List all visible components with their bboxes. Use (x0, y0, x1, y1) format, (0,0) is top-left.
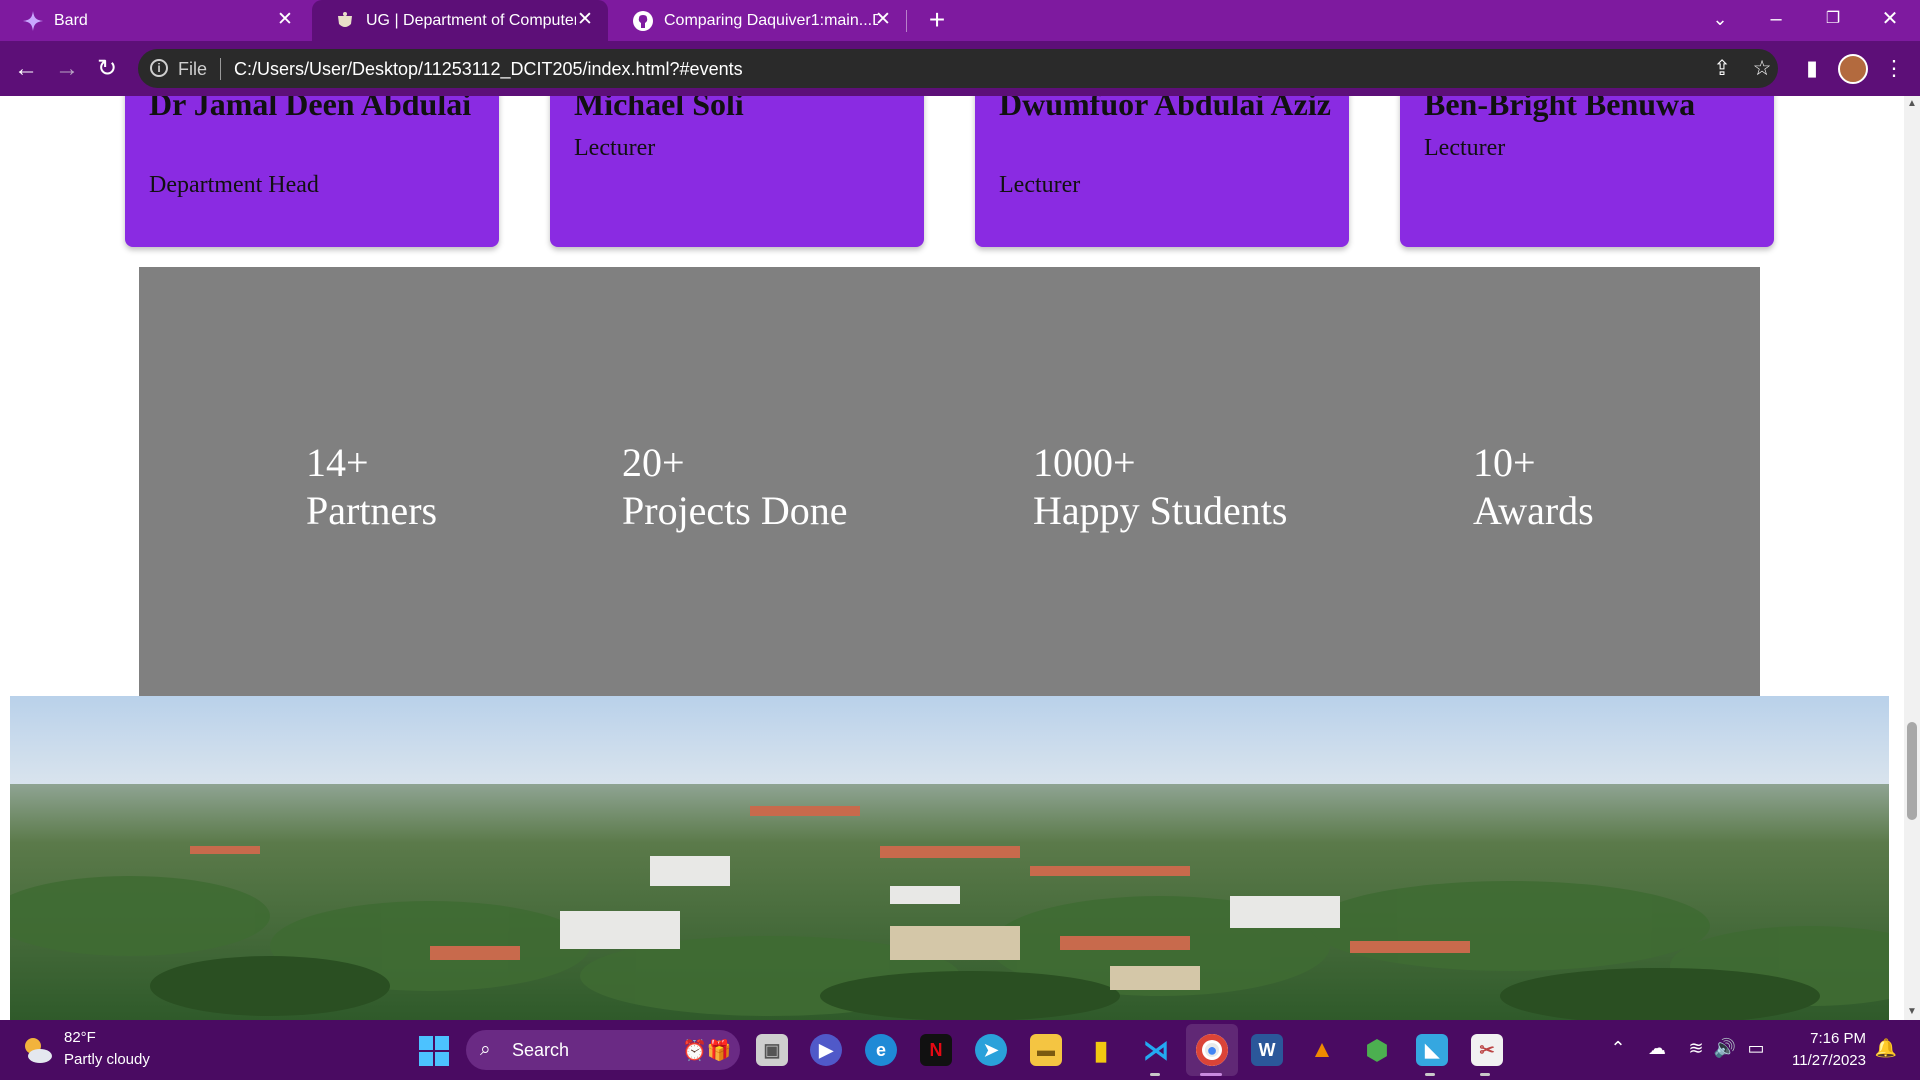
stats-section: 14+ Partners 20+ Projects Done 1000+ Hap… (139, 267, 1760, 696)
running-indicator (1480, 1073, 1490, 1076)
staff-name: Ben-Bright Benuwa (1424, 96, 1696, 122)
ug-crest-icon (338, 11, 352, 27)
staff-name: Dr Jamal Deen Abdulai (149, 96, 472, 122)
vscode-icon[interactable]: ⋊ (1140, 1034, 1172, 1066)
vlc-icon[interactable]: ▲ (1306, 1034, 1338, 1066)
volume-icon[interactable]: 🔊 (1713, 1038, 1737, 1059)
stat-partners: 14+ Partners (306, 439, 437, 535)
file-explorer-icon[interactable]: ▬ (1030, 1034, 1062, 1066)
staff-role: Lecturer (999, 172, 1081, 198)
restore-icon[interactable]: ❐ (1805, 0, 1861, 41)
telegram-icon[interactable]: ➤ (975, 1034, 1007, 1066)
tab-separator (906, 10, 907, 32)
scroll-down-icon[interactable]: ▼ (1904, 1004, 1920, 1020)
staff-role: Lecturer (1424, 135, 1506, 161)
power-bi-icon[interactable]: ▮ (1085, 1034, 1117, 1066)
weather-temp[interactable]: 82°F (64, 1029, 96, 1046)
wifi-icon[interactable]: ≋ (1684, 1038, 1708, 1059)
snipping-tool-icon[interactable]: ✂ (1471, 1034, 1503, 1066)
minimize-icon[interactable]: – (1748, 0, 1804, 41)
staff-card: Ben-Bright Benuwa Lecturer (1400, 96, 1774, 247)
nodejs-icon[interactable]: ⬢ (1361, 1034, 1393, 1066)
bookmark-star-icon[interactable]: ☆ (1746, 53, 1778, 85)
battery-icon[interactable]: ▭ (1744, 1038, 1768, 1059)
tab-title: UG | Department of Computer S (366, 11, 576, 29)
task-view-icon[interactable]: ▣ (756, 1034, 788, 1066)
notification-bell-icon[interactable]: 🔔 (1874, 1038, 1898, 1059)
stat-value: 20+ (622, 440, 685, 485)
staff-role: Lecturer (574, 135, 656, 161)
staff-card: Dr Jamal Deen Abdulai Department Head (125, 96, 499, 247)
partly-cloudy-icon[interactable] (20, 1034, 54, 1066)
scheme-label: File (178, 59, 208, 79)
tab-title: Bard (54, 11, 88, 29)
staff-card: Michael Soli Lecturer (550, 96, 924, 247)
clock-time[interactable]: 7:16 PM (1810, 1030, 1866, 1047)
stat-label: Projects Done (622, 488, 848, 533)
tab-strip: Bard ✕ UG | Department of Computer S ✕ C… (0, 0, 1920, 41)
profile-avatar[interactable] (1838, 54, 1868, 84)
close-tab-icon[interactable]: ✕ (872, 9, 894, 31)
menu-kebab-icon[interactable]: ⋮ (1878, 53, 1910, 85)
windows-start-icon[interactable] (419, 1036, 449, 1066)
stat-projects: 20+ Projects Done (622, 439, 848, 535)
running-indicator (1150, 1073, 1160, 1076)
active-indicator (1200, 1073, 1222, 1076)
stat-label: Partners (306, 488, 438, 533)
stat-value: 10+ (1473, 440, 1536, 485)
close-tab-icon[interactable]: ✕ (574, 9, 596, 31)
chrome-icon[interactable]: ● (1196, 1034, 1228, 1066)
running-indicator (1425, 1073, 1435, 1076)
scroll-up-icon[interactable]: ▲ (1904, 96, 1920, 112)
taskbar: 82°F Partly cloudy ⌕ Search ⏰🎁 ▣ ▶ e N ➤… (0, 1020, 1920, 1080)
address-bar[interactable]: i File C:/Users/User/Desktop/11253112_DC… (138, 49, 1778, 88)
scroll-thumb[interactable] (1907, 722, 1917, 820)
teams-icon[interactable]: ▶ (810, 1034, 842, 1066)
tab-github-compare[interactable]: Comparing Daquiver1:main...Dzi ✕ (610, 0, 906, 41)
show-hidden-icons-chevron-icon[interactable]: ⌃ (1606, 1038, 1630, 1059)
tab-ug-department[interactable]: UG | Department of Computer S ✕ (312, 0, 608, 41)
staff-name: Dwumfuor Abdulai Aziz (999, 96, 1331, 122)
staff-role: Department Head (149, 172, 319, 198)
stat-awards: 10+ Awards (1473, 439, 1594, 535)
staff-card: Dwumfuor Abdulai Aziz Lecturer (975, 96, 1349, 247)
search-highlight-icon: ⏰🎁 (682, 1040, 732, 1062)
forward-arrow-icon[interactable]: → (51, 53, 83, 85)
github-icon (633, 10, 653, 31)
taskbar-search[interactable]: ⌕ Search ⏰🎁 (466, 1030, 740, 1070)
edge-icon[interactable]: e (865, 1034, 897, 1066)
stat-label: Happy Students (1033, 488, 1288, 533)
stat-students: 1000+ Happy Students (1033, 439, 1287, 535)
tab-bard[interactable]: Bard ✕ (0, 0, 308, 41)
clock-date[interactable]: 11/27/2023 (1792, 1052, 1866, 1069)
url-text[interactable]: C:/Users/User/Desktop/11253112_DCIT205/i… (234, 59, 743, 80)
staff-name: Michael Soli (574, 96, 744, 122)
close-tab-icon[interactable]: ✕ (274, 9, 296, 31)
bard-sparkle-icon (23, 10, 43, 31)
search-label: Search (512, 1040, 570, 1060)
stat-value: 1000+ (1033, 440, 1136, 485)
side-panel-icon[interactable]: ▮ (1796, 53, 1828, 85)
address-separator (220, 58, 221, 80)
tab-title: Comparing Daquiver1:main...Dzi (664, 11, 878, 29)
share-icon[interactable]: ⇪ (1706, 53, 1738, 85)
browser-toolbar: ← → ↻ i File C:/Users/User/Desktop/11253… (0, 41, 1920, 96)
page-viewport: Dr Jamal Deen Abdulai Department Head Mi… (0, 96, 1904, 1020)
tab-search-chevron-icon[interactable]: ⌄ (1692, 0, 1748, 41)
stat-value: 14+ (306, 440, 369, 485)
weather-desc[interactable]: Partly cloudy (64, 1051, 150, 1068)
new-tab-button[interactable]: + (922, 5, 952, 35)
reload-icon[interactable]: ↻ (91, 53, 123, 85)
word-icon[interactable]: W (1251, 1034, 1283, 1066)
back-arrow-icon[interactable]: ← (10, 53, 42, 85)
page-scrollbar[interactable]: ▲ ▼ (1904, 96, 1920, 1020)
onedrive-cloud-icon[interactable]: ☁ (1645, 1038, 1669, 1059)
close-window-icon[interactable]: ✕ (1862, 0, 1918, 41)
stat-label: Awards (1473, 488, 1594, 533)
campus-aerial-image (10, 696, 1889, 1020)
site-info-icon[interactable]: i (150, 59, 168, 77)
search-icon: ⌕ (480, 1039, 491, 1060)
netflix-icon[interactable]: N (920, 1034, 952, 1066)
photos-icon[interactable]: ◣ (1416, 1034, 1448, 1066)
